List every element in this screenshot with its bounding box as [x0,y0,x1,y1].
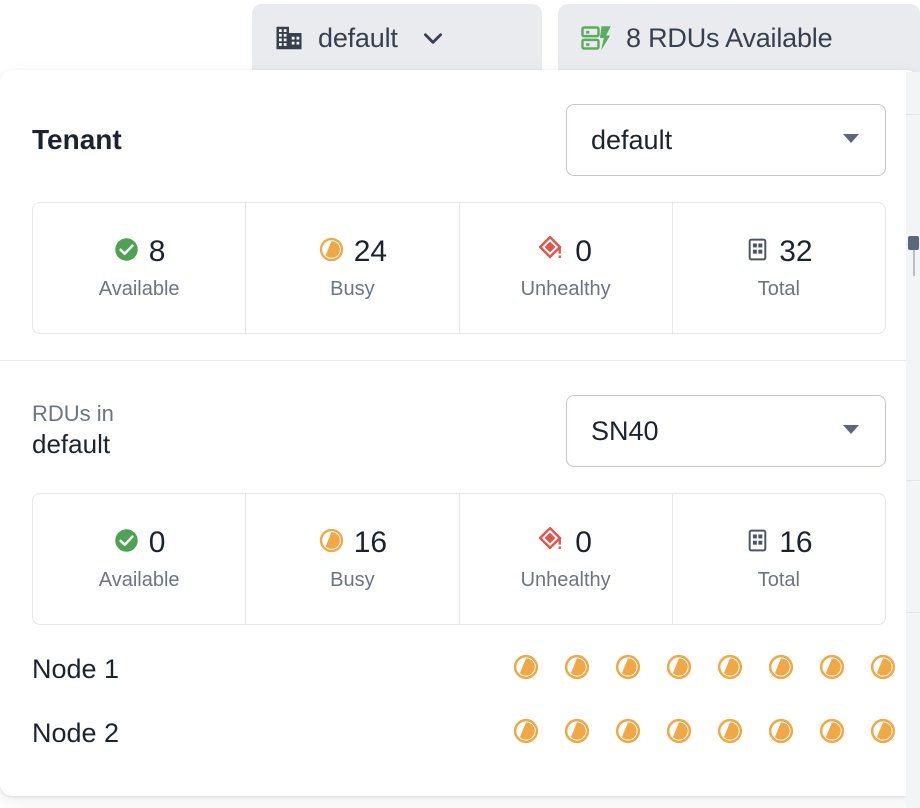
tenant-header-row: Tenant default [32,70,886,176]
rdus-title-prefix: RDUs in [32,401,114,427]
stat-available: 8 Available [33,203,247,333]
stat-unhealthy-top: 0 [538,526,592,560]
stat-available-label: Available [98,278,180,300]
scrollbar-thumb-tail [913,250,915,276]
busy-clock-icon[interactable] [869,653,897,686]
rdus-header-row: RDUs in default SN40 [32,361,886,467]
stat-busy: 24 Busy [246,203,460,333]
tab-bar: default 8 RDUs Available [0,0,920,72]
rdus-title: RDUs in default [32,400,114,461]
tenant-section: Tenant default 8 Available 24 Busy 0 Unh… [0,70,918,360]
busy-clock-icon[interactable] [563,653,591,686]
node-rdu-states [512,653,897,686]
grid-icon [745,528,770,558]
rdus-section: RDUs in default SN40 0 Available 16 Busy… [0,361,918,765]
busy-clock-icon[interactable] [716,717,744,750]
stat-total: 32 Total [673,203,885,333]
rdu-group-select[interactable]: SN40 [566,395,886,467]
stat-busy-label: Busy [330,569,375,591]
stat-total-value: 16 [779,526,813,559]
busy-clock-icon[interactable] [563,717,591,750]
busy-clock-icon[interactable] [665,653,693,686]
stat-unhealthy-top: 0 [538,235,592,269]
stat-busy-label: Busy [330,278,375,300]
tenant-select-value: default [591,124,673,155]
tenant-stats-card: 8 Available 24 Busy 0 Unhealthy 32 Total [32,202,886,334]
building-icon [274,23,304,53]
stat-total-label: Total [757,569,800,591]
busy-clock-icon[interactable] [614,717,642,750]
busy-clock-icon[interactable] [512,717,540,750]
busy-clock-icon[interactable] [767,653,795,686]
busy-clock-icon[interactable] [869,717,897,750]
stat-unhealthy-value: 0 [575,526,592,559]
app-root: default 8 RDUs Available Tenant default … [0,0,920,808]
check-circle-icon [113,236,140,268]
tab-tenant-selector[interactable]: default [252,4,542,72]
tenant-rdu-panel: Tenant default 8 Available 24 Busy 0 Unh… [0,70,918,796]
stat-available-value: 0 [148,526,166,559]
stat-total-label: Total [757,278,800,300]
node-rdu-states [512,717,897,750]
stat-unhealthy-label: Unhealthy [520,278,611,300]
stat-total: 16 Total [673,494,885,624]
stat-busy-value: 16 [353,526,388,559]
chevron-down-icon[interactable] [839,126,863,155]
busy-clock-icon[interactable] [767,717,795,750]
stat-unhealthy: 0 Unhealthy [460,203,673,333]
node-list: Node 1 Node 2 [32,625,896,765]
busy-clock-icon[interactable] [614,653,642,686]
tab-rdus-label: 8 RDUs Available [626,22,833,53]
server-bolt-icon [580,23,612,53]
rdu-group-select-value: SN40 [591,415,659,446]
stat-available-top: 8 [113,235,166,269]
diamond-alert-icon [538,235,566,268]
stat-available-top: 0 [113,526,166,560]
rdus-title-name: default [32,429,111,460]
stat-busy: 16 Busy [246,494,460,624]
stat-unhealthy: 0 Unhealthy [460,494,673,624]
busy-clock-icon [318,236,345,268]
vertical-scrollbar-track[interactable] [906,72,920,808]
stat-total-top: 32 [745,235,813,269]
busy-clock-icon[interactable] [665,717,693,750]
stat-busy-value: 24 [353,235,388,268]
table-row[interactable]: Node 2 [32,701,896,765]
stat-unhealthy-value: 0 [575,235,592,268]
stat-unhealthy-label: Unhealthy [520,569,611,591]
busy-clock-icon[interactable] [818,653,846,686]
diamond-alert-icon [538,526,566,559]
tab-rdus-available[interactable]: 8 RDUs Available [558,4,920,72]
table-row[interactable]: Node 1 [32,637,896,701]
tab-tenant-label: default [318,22,398,53]
scrollbar-tick [906,114,920,115]
scrollbar-tick [906,612,920,613]
stat-busy-top: 16 [318,526,387,560]
stat-available-label: Available [98,569,180,591]
busy-clock-icon[interactable] [512,653,540,686]
stat-available: 0 Available [33,494,247,624]
chevron-down-icon[interactable] [420,25,446,51]
scrollbar-tick [906,480,920,481]
stat-total-top: 16 [745,526,813,560]
tenant-select[interactable]: default [566,104,886,176]
check-circle-icon [113,527,140,559]
busy-clock-icon[interactable] [716,653,744,686]
page-title: Tenant [32,123,122,155]
chevron-down-icon[interactable] [839,417,863,446]
grid-icon [745,237,770,267]
busy-clock-icon[interactable] [818,717,846,750]
node-name: Node 2 [32,717,120,748]
busy-clock-icon [318,527,345,559]
stat-busy-top: 24 [318,235,387,269]
node-name: Node 1 [32,653,120,684]
rdus-stats-card: 0 Available 16 Busy 0 Unhealthy 16 Total [32,493,886,625]
vertical-scrollbar-thumb[interactable] [908,236,919,250]
stat-total-value: 32 [779,235,813,268]
stat-available-value: 8 [148,235,166,268]
